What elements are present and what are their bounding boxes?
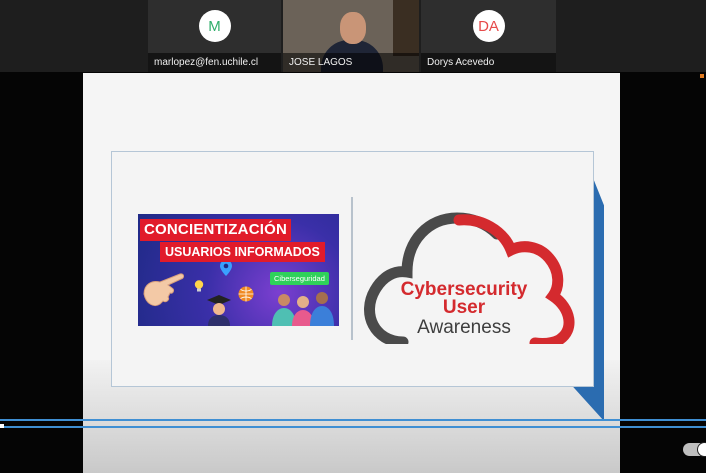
- people-group-icon: [272, 292, 334, 326]
- participant-name: Dorys Acevedo: [421, 53, 556, 72]
- lightbulb-icon: [194, 280, 204, 292]
- avatar: DA: [472, 10, 505, 42]
- slide-divider: [351, 197, 353, 340]
- participant-tile-dorys-acevedo[interactable]: DA Dorys Acevedo: [421, 0, 556, 72]
- avatar: M: [198, 10, 231, 42]
- participant-tile-marlopez[interactable]: M marlopez@fen.uchile.cl: [148, 0, 281, 72]
- banner-tag: Ciberseguridad: [270, 272, 329, 285]
- meeting-window: M marlopez@fen.uchile.cl JOSE LAGOS DA D…: [0, 0, 706, 473]
- person-head: [340, 12, 366, 44]
- background-shelf: [393, 0, 419, 56]
- location-pin-icon: [220, 260, 232, 276]
- banner-subtitle: USUARIOS INFORMADOS: [160, 242, 325, 262]
- toggle-knob[interactable]: [697, 442, 706, 457]
- awareness-banner-image: CONCIENTIZACIÓN USUARIOS INFORMADOS Cibe…: [138, 214, 339, 326]
- logo-line-awareness: Awareness: [417, 317, 511, 338]
- participant-strip: M marlopez@fen.uchile.cl JOSE LAGOS DA D…: [0, 0, 706, 72]
- logo-line-user: User: [442, 297, 486, 318]
- banner-title: CONCIENTIZACIÓN: [140, 219, 291, 241]
- participant-name: marlopez@fen.uchile.cl: [148, 53, 281, 72]
- timeline-track[interactable]: [0, 419, 706, 421]
- participant-tile-jose-lagos[interactable]: JOSE LAGOS: [283, 0, 419, 72]
- pointing-hand-icon: [143, 273, 184, 307]
- recording-indicator-icon: [700, 74, 704, 78]
- globe-icon: [238, 286, 254, 302]
- timeline-track-secondary[interactable]: [0, 426, 706, 428]
- participant-name: JOSE LAGOS: [283, 53, 419, 72]
- graduate-figure-icon: [207, 295, 231, 326]
- timeline-scrubber-handle[interactable]: [0, 424, 4, 428]
